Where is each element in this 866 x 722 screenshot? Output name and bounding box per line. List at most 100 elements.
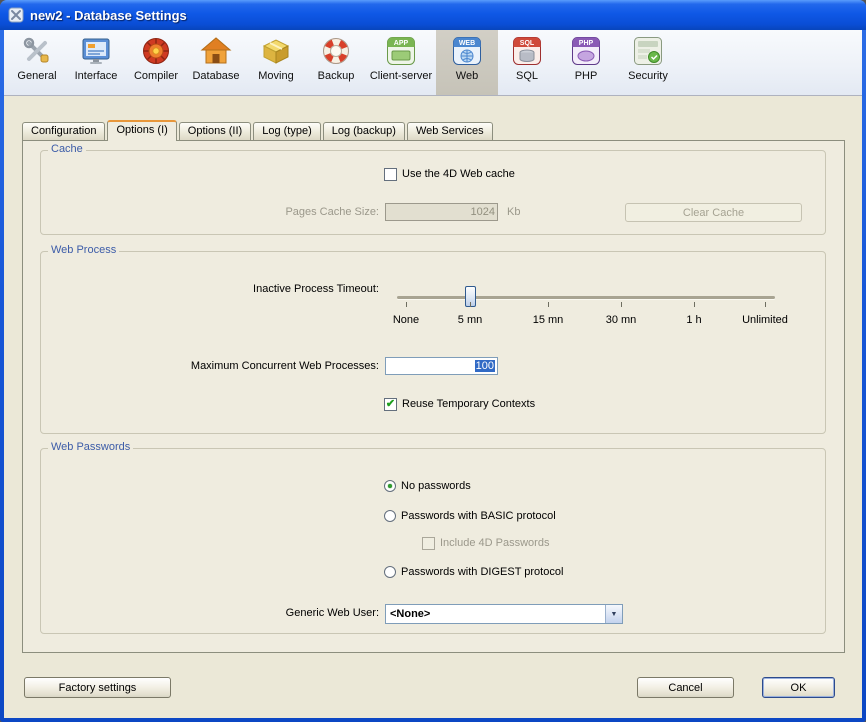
toolbar-item-interface[interactable]: Interface [66,30,126,95]
toolbar-item-label: Client-server [370,70,432,82]
no-passwords-row: No passwords [384,479,471,493]
web-icon: WEB [451,35,483,67]
digest-protocol-label: Passwords with DIGEST protocol [401,566,563,578]
cancel-button-label: Cancel [668,682,702,694]
window-title: new2 - Database Settings [30,8,187,23]
pages-cache-size-label: Pages Cache Size: [41,206,379,218]
toolbar-item-label: Backup [318,70,355,82]
check-icon: ✔ [386,399,395,410]
security-icon [632,35,664,67]
reuse-contexts-row: ✔ Reuse Temporary Contexts [384,397,535,411]
slider-tick [765,302,766,307]
tab-log-type[interactable]: Log (type) [253,122,321,140]
include-4d-passwords-label: Include 4D Passwords [440,537,549,549]
options-panel: Cache ✔ Use the 4D Web cache Pages Cache… [22,140,845,653]
generic-web-user-label: Generic Web User: [41,607,379,619]
inactive-timeout-slider-track[interactable] [397,296,775,299]
toolbar-item-moving[interactable]: Moving [246,30,306,95]
include-4d-passwords-row: Include 4D Passwords [422,536,549,550]
toolbar-item-sql[interactable]: SQL SQL [498,30,556,95]
tab-configuration[interactable]: Configuration [22,122,105,140]
pages-cache-size-input: 1024 [385,203,498,221]
ok-button-label: OK [791,682,807,694]
tab-options-1[interactable]: Options (I) [107,120,176,141]
basic-protocol-row: Passwords with BASIC protocol [384,509,556,523]
tab-log-backup[interactable]: Log (backup) [323,122,405,140]
slider-label-none: None [393,314,419,326]
toolbar-item-compiler[interactable]: Compiler [126,30,186,95]
svg-text:PHP: PHP [579,40,594,47]
database-icon [200,35,232,67]
toolbar-item-label: PHP [575,70,598,82]
sql-icon: SQL [511,35,543,67]
svg-text:SQL: SQL [520,40,535,47]
toolbar-item-label: Database [192,70,239,82]
dropdown-arrow-button[interactable]: ▼ [605,605,622,623]
toolbar-item-label: Compiler [134,70,178,82]
database-settings-app-icon [8,7,24,23]
toolbar-item-label: General [17,70,56,82]
toolbar-item-backup[interactable]: Backup [306,30,366,95]
backup-lifebuoy-icon [320,35,352,67]
dialog-body: General Interface [4,30,862,718]
tab-options-2[interactable]: Options (II) [179,122,251,140]
inactive-timeout-label: Inactive Process Timeout: [41,283,379,295]
toolbar-item-label: Security [628,70,668,82]
svg-text:WEB: WEB [459,40,475,47]
toolbar-item-security[interactable]: Security [616,30,680,95]
cancel-button[interactable]: Cancel [637,677,734,698]
cache-group-title: Cache [48,143,86,155]
client-server-icon: APP [385,35,417,67]
reuse-contexts-label: Reuse Temporary Contexts [402,398,535,410]
toolbar-item-client-server[interactable]: APP Client-server [366,30,436,95]
slider-tick [470,302,471,307]
chevron-down-icon: ▼ [611,611,618,618]
toolbar-item-label: Web [456,70,478,82]
factory-settings-button[interactable]: Factory settings [24,677,171,698]
digest-protocol-row: Passwords with DIGEST protocol [384,565,563,579]
toolbar-item-label: Moving [258,70,293,82]
slider-tick [406,302,407,307]
tab-web-services[interactable]: Web Services [407,122,493,140]
slider-label-unlimited: Unlimited [742,314,788,326]
slider-label-1h: 1 h [686,314,701,326]
no-passwords-radio[interactable] [384,480,396,492]
tab-bar: Configuration Options (I) Options (II) L… [22,120,493,141]
web-process-group: Web Process Inactive Process Timeout: No… [40,251,826,434]
generic-web-user-value: <None> [386,605,605,623]
reuse-contexts-checkbox[interactable]: ✔ [384,398,397,411]
settings-toolbar: General Interface [4,30,862,96]
use-web-cache-label: Use the 4D Web cache [402,168,515,180]
toolbar-item-web[interactable]: WEB Web [436,30,498,95]
slider-label-5mn: 5 mn [458,314,482,326]
ok-button[interactable]: OK [762,677,835,698]
titlebar[interactable]: new2 - Database Settings [0,0,866,30]
cache-group: Cache ✔ Use the 4D Web cache Pages Cache… [40,150,826,235]
web-passwords-group: Web Passwords No passwords Passwords wit… [40,448,826,634]
database-settings-window: new2 - Database Settings General [0,0,866,722]
web-process-group-title: Web Process [48,244,119,256]
max-web-processes-input[interactable]: 100 [385,357,498,375]
basic-protocol-label: Passwords with BASIC protocol [401,510,556,522]
max-web-processes-value: 100 [475,360,495,372]
toolbar-item-general[interactable]: General [8,30,66,95]
slider-tick [548,302,549,307]
slider-tick [694,302,695,307]
slider-label-30mn: 30 mn [606,314,637,326]
toolbar-item-database[interactable]: Database [186,30,246,95]
toolbar-item-label: SQL [516,70,538,82]
compiler-icon [140,35,172,67]
use-web-cache-checkbox[interactable]: ✔ [384,168,397,181]
slider-label-15mn: 15 mn [533,314,564,326]
clear-cache-button-label: Clear Cache [683,207,744,219]
moving-box-icon [260,35,292,67]
clear-cache-button: Clear Cache [625,203,802,222]
factory-settings-button-label: Factory settings [59,682,137,694]
digest-protocol-radio[interactable] [384,566,396,578]
interface-icon [80,35,112,67]
use-web-cache-row: ✔ Use the 4D Web cache [384,167,515,181]
toolbar-item-label: Interface [75,70,118,82]
generic-web-user-dropdown[interactable]: <None> ▼ [385,604,623,624]
toolbar-item-php[interactable]: PHP PHP [556,30,616,95]
basic-protocol-radio[interactable] [384,510,396,522]
